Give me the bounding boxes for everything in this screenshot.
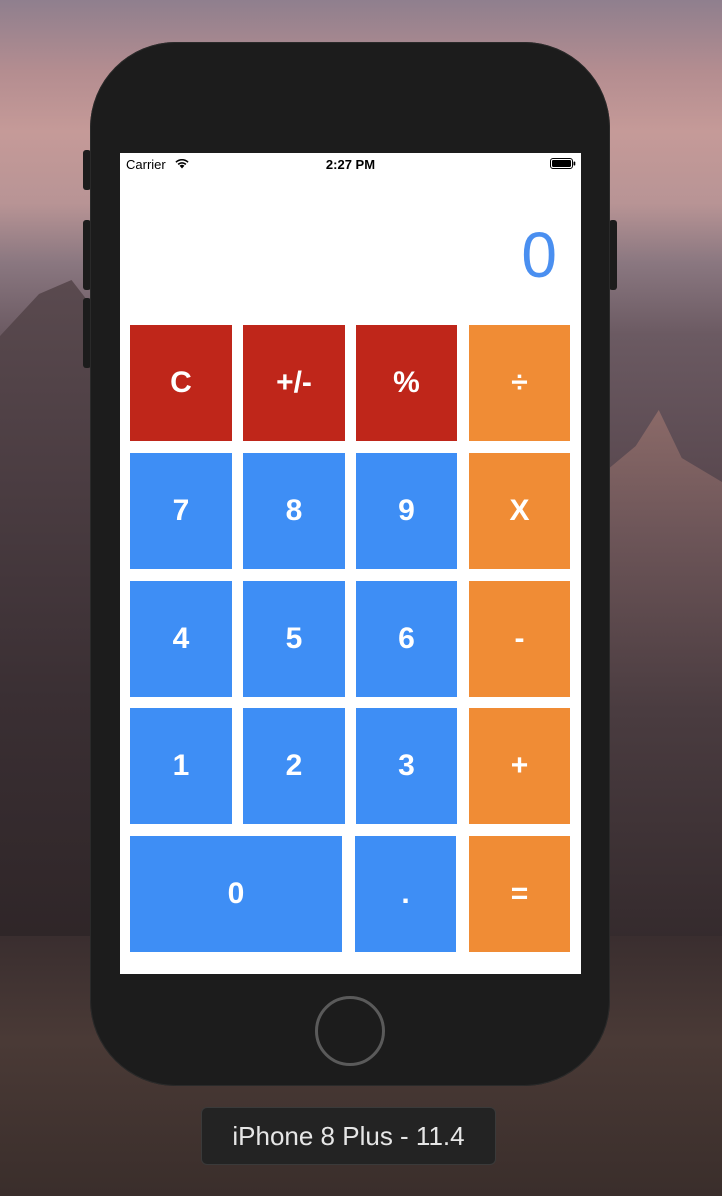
digit-5-button[interactable]: 5 bbox=[243, 581, 345, 697]
digit-3-button[interactable]: 3 bbox=[356, 708, 457, 824]
calculator-screen: Carrier 2:27 PM 0 C +/- % ÷ 7 8 9 X 4 5 … bbox=[120, 153, 581, 974]
digit-0-button[interactable]: 0 bbox=[130, 836, 342, 952]
digit-7-button[interactable]: 7 bbox=[130, 453, 232, 569]
digit-9-button[interactable]: 9 bbox=[356, 453, 457, 569]
wallpaper-mountain-right bbox=[607, 410, 722, 1010]
simulator-device-label: iPhone 8 Plus - 11.4 bbox=[201, 1107, 496, 1165]
battery-icon bbox=[550, 158, 576, 169]
digit-2-button[interactable]: 2 bbox=[243, 708, 345, 824]
home-button[interactable] bbox=[315, 996, 385, 1066]
digit-8-button[interactable]: 8 bbox=[243, 453, 345, 569]
clear-button[interactable]: C bbox=[130, 325, 232, 441]
status-bar: Carrier 2:27 PM bbox=[120, 153, 581, 175]
result-display: 0 bbox=[521, 219, 557, 291]
multiply-button[interactable]: X bbox=[469, 453, 570, 569]
digit-4-button[interactable]: 4 bbox=[130, 581, 232, 697]
power-button[interactable] bbox=[609, 220, 617, 290]
equals-button[interactable]: = bbox=[469, 836, 570, 952]
decimal-button[interactable]: . bbox=[355, 836, 456, 952]
divide-button[interactable]: ÷ bbox=[469, 325, 570, 441]
percent-button[interactable]: % bbox=[356, 325, 457, 441]
digit-1-button[interactable]: 1 bbox=[130, 708, 232, 824]
add-button[interactable]: + bbox=[469, 708, 570, 824]
status-time: 2:27 PM bbox=[325, 157, 376, 172]
subtract-button[interactable]: - bbox=[469, 581, 570, 697]
digit-6-button[interactable]: 6 bbox=[356, 581, 457, 697]
plus-minus-button[interactable]: +/- bbox=[243, 325, 345, 441]
